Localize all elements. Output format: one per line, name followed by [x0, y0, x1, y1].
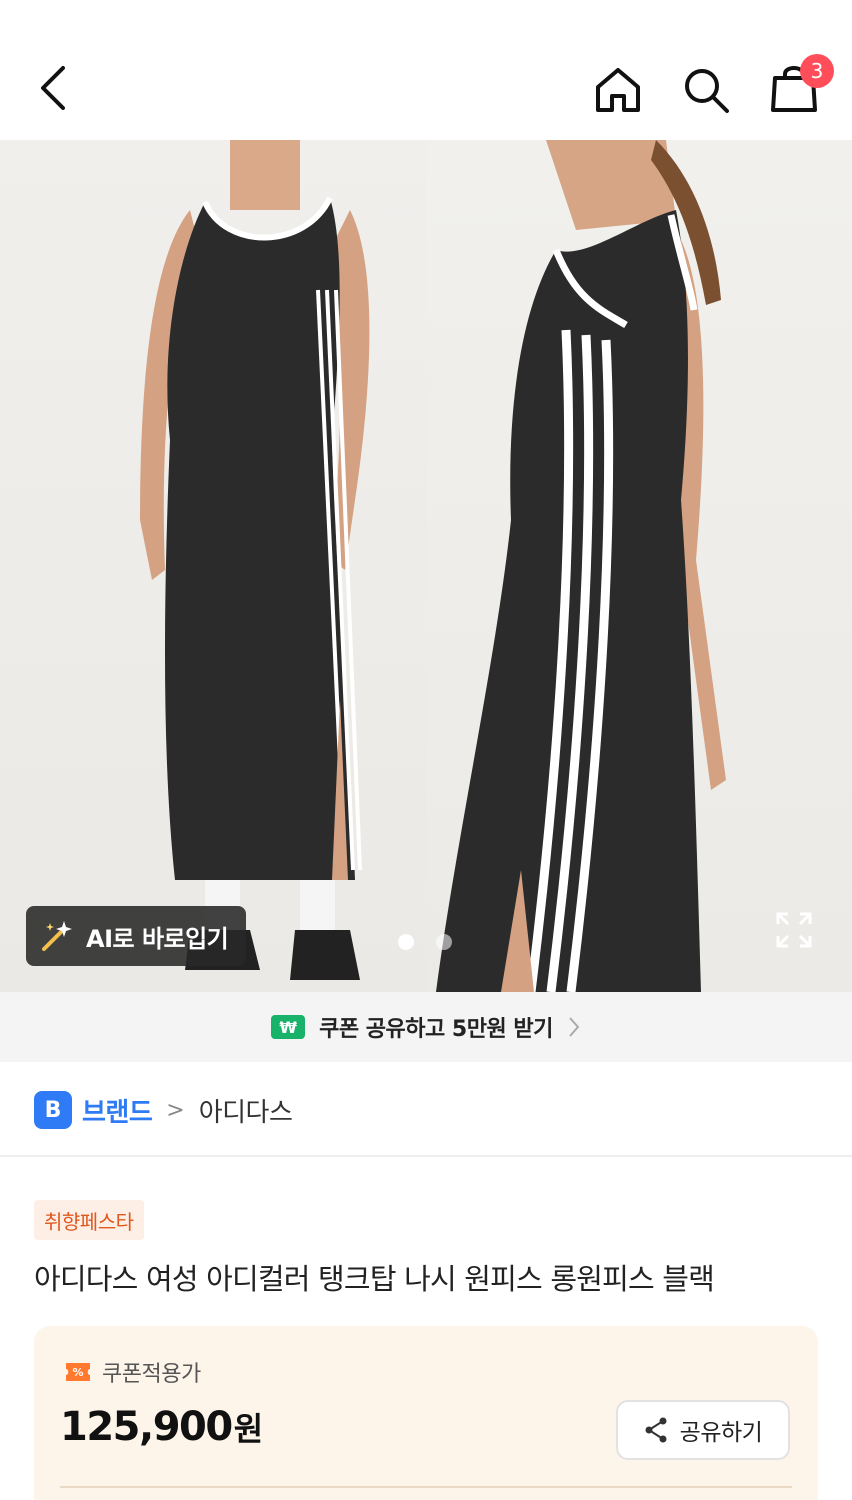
search-button[interactable] — [676, 60, 736, 120]
dress-side-illustration — [436, 140, 726, 992]
product-title: 아디다스 여성 아디컬러 탱크탑 나시 원피스 롱원피스 블랙 — [34, 1262, 715, 1296]
coupon-price-label-row: % 쿠폰적용가 — [64, 1356, 201, 1388]
gallery-page-indicator — [398, 934, 452, 950]
promo-tag[interactable]: 취향페스타 — [34, 1200, 144, 1240]
price-row: 125,900 원 — [60, 1404, 263, 1450]
coupon-share-label: 쿠폰 공유하고 5만원 받기 — [319, 1017, 553, 1042]
chevron-right-icon — [569, 1017, 580, 1037]
price-unit: 원 — [233, 1410, 264, 1448]
coupon-price-label: 쿠폰적용가 — [102, 1362, 201, 1387]
cart-count-badge: 3 — [800, 54, 834, 88]
product-image-gallery[interactable] — [0, 140, 852, 992]
svg-text:%: % — [72, 1366, 83, 1379]
coupon-share-banner[interactable]: ₩ 쿠폰 공유하고 5만원 받기 — [0, 992, 852, 1062]
won-coupon-icon: ₩ — [271, 1015, 306, 1039]
search-icon — [685, 69, 729, 113]
magic-wand-icon — [42, 921, 72, 951]
top-nav-bar: 3 — [0, 0, 852, 140]
share-label: 공유하기 — [679, 1420, 763, 1446]
chevron-left-icon — [41, 66, 65, 110]
ai-try-on-label: AI로 바로입기 — [86, 924, 229, 953]
breadcrumb-separator: > — [166, 1097, 185, 1123]
expand-image-button[interactable] — [770, 906, 818, 954]
brand-category-link[interactable]: 브랜드 — [82, 1092, 153, 1129]
share-button[interactable]: 공유하기 — [616, 1400, 790, 1460]
brand-badge-icon: B — [34, 1091, 72, 1129]
dress-front-illustration — [140, 140, 370, 980]
product-photo-front — [0, 140, 426, 992]
home-button[interactable] — [588, 60, 648, 120]
brand-breadcrumb: B 브랜드 > 아디다스 — [34, 1090, 293, 1130]
product-photo-side — [426, 140, 852, 992]
price-divider — [60, 1486, 792, 1488]
back-button[interactable] — [24, 58, 80, 118]
brand-name-link[interactable]: 아디다스 — [199, 1092, 293, 1129]
ai-try-on-button[interactable]: AI로 바로입기 — [26, 906, 246, 966]
section-divider — [0, 1155, 852, 1157]
home-icon — [596, 68, 640, 112]
price-value: 125,900 — [60, 1404, 233, 1450]
coupon-ticket-icon: % — [66, 1363, 90, 1381]
share-icon — [645, 1417, 667, 1443]
price-box: % 쿠폰적용가 125,900 원 공유하기 — [34, 1326, 818, 1500]
expand-icon — [776, 912, 812, 948]
page-dot-2[interactable] — [436, 934, 452, 950]
page-dot-1[interactable] — [398, 934, 414, 950]
